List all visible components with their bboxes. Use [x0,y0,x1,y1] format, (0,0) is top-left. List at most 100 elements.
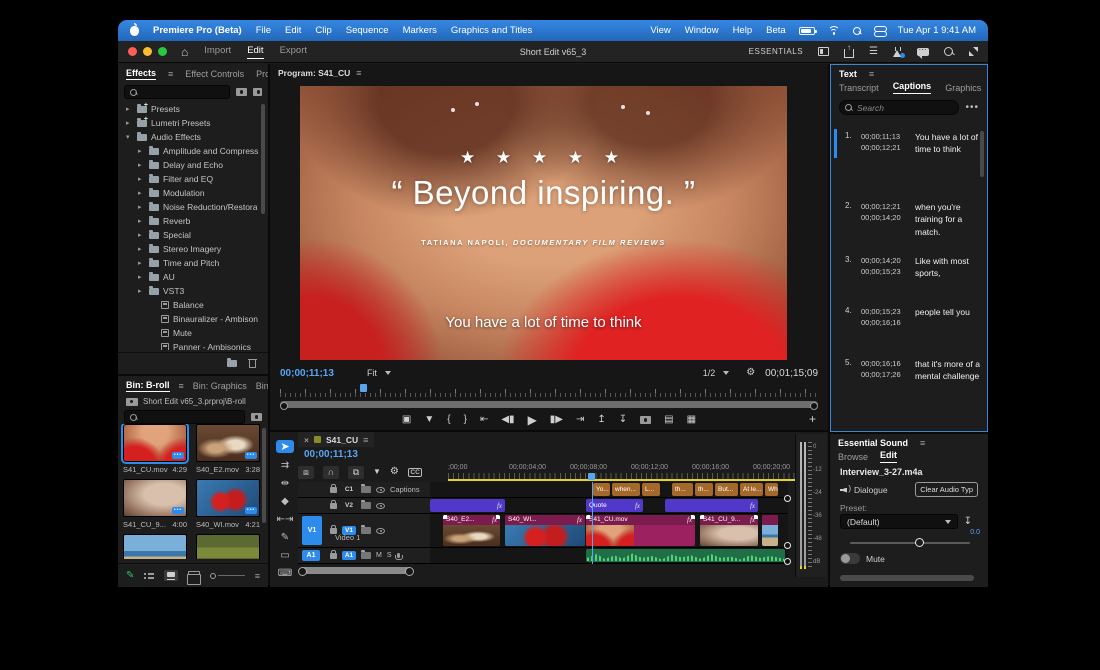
effects-tree-item[interactable]: ▸Time and Pitch [122,256,258,270]
battery-icon[interactable] [799,27,815,35]
tree-chevron-icon[interactable]: ▸ [138,245,145,253]
pen-tool[interactable]: ✎ [276,532,294,543]
tree-chevron-icon[interactable]: ▸ [126,105,133,113]
video-clip[interactable]: S41_CU.movfx [586,515,695,546]
lift-icon[interactable]: ↥ [597,415,605,425]
app-menu[interactable]: Premiere Pro (Beta) [153,25,242,36]
caption-track-badge[interactable]: C1 [342,485,356,494]
tree-chevron-icon[interactable]: ▸ [138,259,145,267]
more-options-icon[interactable]: ••• [965,102,979,113]
v1-source-patch[interactable]: V1 [302,516,322,545]
track-scroll-handle[interactable] [784,542,791,549]
caption-timecodes[interactable]: 00;00;15;2300;00;16;16 [861,306,909,329]
menu-item-markers[interactable]: Markers [403,25,437,36]
clip-thumbnail[interactable]: ••• [123,424,187,462]
tree-chevron-icon[interactable]: ▸ [138,273,145,281]
caption-list-item[interactable]: 5.00;00;16;1600;00;17;26that it's more o… [831,358,981,383]
a1-lane[interactable] [430,548,788,564]
workspaces-icon[interactable] [818,47,829,56]
tab-properties[interactable]: Propertie [256,69,268,79]
playback-resolution-dropdown[interactable]: 1/2 [696,366,737,380]
track-output-icon[interactable] [376,528,385,534]
timeline-scrollbar[interactable] [300,567,412,574]
effects-tree-item[interactable]: ▸Modulation [122,186,258,200]
caption-text[interactable]: people tell you [915,306,981,329]
video-clip[interactable]: S40_E2...fx [443,515,500,546]
lock-icon[interactable] [330,487,337,493]
pen-edit-icon[interactable]: ✎ [126,570,134,581]
rectangle-tool[interactable]: ▭ [276,550,294,561]
zoom-tool-icon[interactable] [944,47,954,57]
list-view-icon[interactable] [144,572,154,580]
effects-tree-item[interactable]: ▸Reverb [122,214,258,228]
video-clip[interactable]: S40_WI...fx [505,515,585,546]
v2-track-badge[interactable]: V2 [342,501,356,510]
tree-chevron-icon[interactable]: ▸ [138,175,145,183]
overwrite-icon[interactable]: ▦ [687,415,696,425]
bin-breadcrumb[interactable]: Short Edit v65_3.prproj\B-roll [143,397,246,406]
bin-clip-S41_CU.mov[interactable]: •••S41_CU.mov4:29 [123,424,187,474]
tree-chevron-icon[interactable]: ▸ [138,189,145,197]
bin-search-input[interactable] [124,410,245,424]
step-back-icon[interactable]: ◀▮ [501,415,514,425]
clear-audio-type-button[interactable]: Clear Audio Typ [915,482,978,497]
lock-icon[interactable] [330,503,337,509]
control-center-icon[interactable] [874,26,885,35]
insert-as-nest-icon[interactable]: ⧈ [298,466,314,479]
step-forward-icon[interactable]: ▮▶ [550,415,563,425]
effects-tree-item[interactable]: ▸VST3 [122,284,258,298]
caption-text[interactable]: You have a lot of time to think [915,131,981,156]
panel-menu-icon[interactable]: ≡ [363,435,368,445]
freeform-view-icon[interactable] [188,571,200,580]
tree-chevron-icon[interactable]: ▾ [126,133,133,141]
video-clip[interactable] [762,515,778,546]
tab-captions[interactable]: Captions [893,81,932,94]
caption-clip[interactable]: th... [695,483,713,496]
graphic-clip[interactable]: fx [430,499,505,512]
program-time-ruler[interactable] [280,386,818,397]
add-marker-icon[interactable]: ▼ [424,415,434,425]
panel-menu-icon[interactable]: ≡ [869,69,874,79]
tab-transcript[interactable]: Transcript [839,83,879,93]
effects-tree-item[interactable]: ▸Noise Reduction/Restoration [122,200,258,214]
playhead-head[interactable] [588,473,595,480]
caption-clip[interactable]: Wh [765,483,778,496]
caption-text[interactable]: that it's more of a mental challenge [915,358,981,383]
volume-slider[interactable] [850,542,970,544]
caption-list-item[interactable]: 4.00;00;15;2300;00;16;16people tell you [831,306,981,329]
captions-menu-icon[interactable]: CC [408,468,422,477]
menu-item-file[interactable]: File [256,25,271,36]
tree-chevron-icon[interactable]: ▸ [138,147,145,155]
track-scroll-handle[interactable] [784,558,791,565]
panel-menu-icon[interactable]: ≡ [920,438,925,448]
tab-effects[interactable]: Effects [126,68,156,80]
clip-thumbnail[interactable]: ••• [123,479,187,517]
menu-item-help[interactable]: Help [733,25,753,36]
go-to-in-icon[interactable]: ⇤ [480,415,488,425]
preset-dropdown[interactable]: (Default) [840,514,958,529]
caption-list-item[interactable]: 1.00;00;11;1300;00;12;21You have a lot o… [831,131,981,156]
tree-chevron-icon[interactable]: ▸ [138,217,145,225]
linked-selection-icon[interactable]: ⧉ [348,466,364,479]
menu-item-beta[interactable]: Beta [766,25,786,36]
caption-timecodes[interactable]: 00;00;16;1600;00;17;26 [861,358,909,383]
caption-clip[interactable]: L... [642,483,660,496]
a1-source-patch[interactable]: A1 [302,550,320,561]
tree-chevron-icon[interactable]: ▸ [126,119,133,127]
close-window-button[interactable] [128,47,137,56]
spotlight-search-icon[interactable] [853,27,861,35]
filter-accelerated-icon[interactable] [236,88,247,96]
caption-clip[interactable]: th... [672,483,693,496]
type-tool[interactable]: ⌨ [276,568,294,579]
audio-type-label[interactable]: Dialogue [854,485,888,495]
captions-lane[interactable]: Yo...when...L...th...th...But...At le...… [430,482,788,498]
workspace-label[interactable]: ESSENTIALS [749,47,803,56]
fullscreen-icon[interactable] [969,47,978,56]
minimize-window-button[interactable] [143,47,152,56]
sort-icon[interactable]: ≡ [255,571,260,581]
clip-thumbnail[interactable]: ••• [196,424,260,462]
voiceover-record-icon[interactable] [397,553,400,558]
go-to-out-icon[interactable]: ⇥ [576,415,584,425]
bin-clip-partial-4[interactable] [123,534,187,559]
sync-lock-icon[interactable] [361,527,371,534]
